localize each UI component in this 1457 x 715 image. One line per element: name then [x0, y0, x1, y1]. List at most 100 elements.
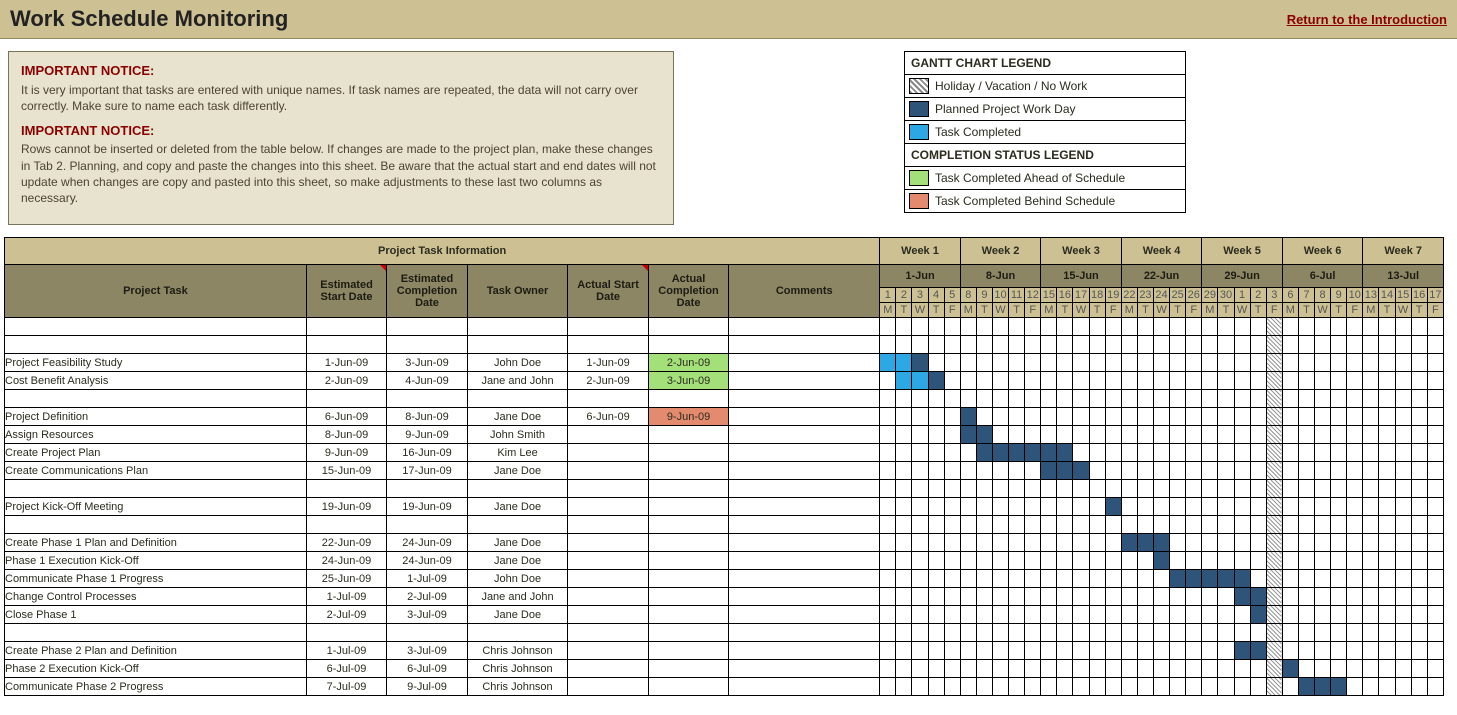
cell-est-end[interactable] [387, 336, 467, 354]
cell-comments[interactable] [729, 372, 880, 390]
cell-act-start[interactable] [568, 624, 648, 642]
table-row[interactable] [5, 516, 1444, 534]
cell-act-end[interactable] [648, 390, 728, 408]
cell-task[interactable]: Assign Resources [5, 426, 307, 444]
cell-act-end[interactable]: 2-Jun-09 [648, 354, 728, 372]
cell-owner[interactable]: Jane Doe [467, 606, 568, 624]
cell-comments[interactable] [729, 318, 880, 336]
cell-act-end[interactable]: 3-Jun-09 [648, 372, 728, 390]
cell-est-start[interactable]: 15-Jun-09 [306, 462, 386, 480]
cell-act-start[interactable] [568, 534, 648, 552]
cell-act-start[interactable]: 1-Jun-09 [568, 354, 648, 372]
table-row[interactable]: Communicate Phase 1 Progress25-Jun-091-J… [5, 570, 1444, 588]
table-row[interactable]: Project Feasibility Study1-Jun-093-Jun-0… [5, 354, 1444, 372]
cell-act-end[interactable] [648, 516, 728, 534]
cell-est-end[interactable]: 2-Jul-09 [387, 588, 467, 606]
cell-act-start[interactable] [568, 606, 648, 624]
cell-owner[interactable] [467, 624, 568, 642]
cell-est-start[interactable]: 19-Jun-09 [306, 498, 386, 516]
cell-est-end[interactable]: 17-Jun-09 [387, 462, 467, 480]
cell-act-start[interactable] [568, 570, 648, 588]
cell-act-end[interactable] [648, 444, 728, 462]
cell-comments[interactable] [729, 606, 880, 624]
table-row[interactable]: Create Communications Plan15-Jun-0917-Ju… [5, 462, 1444, 480]
cell-owner[interactable]: John Smith [467, 426, 568, 444]
cell-comments[interactable] [729, 534, 880, 552]
cell-act-start[interactable] [568, 444, 648, 462]
cell-comments[interactable] [729, 426, 880, 444]
cell-comments[interactable] [729, 552, 880, 570]
cell-comments[interactable] [729, 516, 880, 534]
cell-act-end[interactable] [648, 498, 728, 516]
cell-task[interactable]: Communicate Phase 1 Progress [5, 570, 307, 588]
table-row[interactable]: Assign Resources8-Jun-099-Jun-09John Smi… [5, 426, 1444, 444]
cell-act-start[interactable] [568, 462, 648, 480]
cell-est-end[interactable] [387, 480, 467, 498]
table-row[interactable]: Communicate Phase 2 Progress7-Jul-099-Ju… [5, 678, 1444, 696]
cell-owner[interactable]: Chris Johnson [467, 642, 568, 660]
cell-act-start[interactable] [568, 642, 648, 660]
cell-est-start[interactable]: 2-Jul-09 [306, 606, 386, 624]
table-row[interactable]: Create Phase 1 Plan and Definition22-Jun… [5, 534, 1444, 552]
cell-act-end[interactable] [648, 426, 728, 444]
cell-task[interactable] [5, 624, 307, 642]
cell-est-start[interactable] [306, 516, 386, 534]
table-row[interactable]: Project Definition6-Jun-098-Jun-09Jane D… [5, 408, 1444, 426]
cell-task[interactable] [5, 318, 307, 336]
cell-est-end[interactable]: 4-Jun-09 [387, 372, 467, 390]
cell-est-start[interactable]: 7-Jul-09 [306, 678, 386, 696]
cell-owner[interactable]: Jane and John [467, 372, 568, 390]
table-row[interactable] [5, 624, 1444, 642]
cell-comments[interactable] [729, 444, 880, 462]
cell-comments[interactable] [729, 660, 880, 678]
cell-owner[interactable]: Jane Doe [467, 552, 568, 570]
cell-est-start[interactable]: 6-Jun-09 [306, 408, 386, 426]
cell-owner[interactable]: Kim Lee [467, 444, 568, 462]
cell-est-end[interactable] [387, 318, 467, 336]
cell-act-start[interactable]: 6-Jun-09 [568, 408, 648, 426]
cell-est-end[interactable] [387, 624, 467, 642]
cell-est-start[interactable] [306, 336, 386, 354]
cell-owner[interactable]: Chris Johnson [467, 660, 568, 678]
cell-task[interactable]: Create Communications Plan [5, 462, 307, 480]
cell-act-end[interactable] [648, 462, 728, 480]
cell-task[interactable]: Phase 2 Execution Kick-Off [5, 660, 307, 678]
table-row[interactable]: Cost Benefit Analysis2-Jun-094-Jun-09Jan… [5, 372, 1444, 390]
cell-act-start[interactable] [568, 660, 648, 678]
cell-est-start[interactable]: 8-Jun-09 [306, 426, 386, 444]
table-row[interactable]: Phase 2 Execution Kick-Off6-Jul-096-Jul-… [5, 660, 1444, 678]
cell-act-end[interactable] [648, 570, 728, 588]
cell-task[interactable]: Create Phase 2 Plan and Definition [5, 642, 307, 660]
schedule-table[interactable]: Project Task InformationWeek 1Week 2Week… [4, 237, 1444, 696]
cell-est-end[interactable]: 1-Jul-09 [387, 570, 467, 588]
cell-comments[interactable] [729, 408, 880, 426]
table-row[interactable]: Close Phase 12-Jul-093-Jul-09Jane Doe [5, 606, 1444, 624]
table-row[interactable] [5, 336, 1444, 354]
cell-act-end[interactable] [648, 552, 728, 570]
cell-est-end[interactable]: 3-Jul-09 [387, 606, 467, 624]
cell-owner[interactable]: Jane Doe [467, 498, 568, 516]
cell-owner[interactable]: John Doe [467, 354, 568, 372]
cell-comments[interactable] [729, 678, 880, 696]
table-row[interactable]: Change Control Processes1-Jul-092-Jul-09… [5, 588, 1444, 606]
cell-est-start[interactable]: 9-Jun-09 [306, 444, 386, 462]
cell-owner[interactable] [467, 318, 568, 336]
cell-est-end[interactable]: 6-Jul-09 [387, 660, 467, 678]
cell-est-start[interactable] [306, 318, 386, 336]
cell-owner[interactable]: John Doe [467, 570, 568, 588]
table-row[interactable] [5, 480, 1444, 498]
cell-act-end[interactable] [648, 642, 728, 660]
cell-owner[interactable]: Jane Doe [467, 408, 568, 426]
cell-comments[interactable] [729, 336, 880, 354]
cell-act-start[interactable] [568, 678, 648, 696]
cell-est-start[interactable]: 1-Jul-09 [306, 642, 386, 660]
cell-task[interactable]: Cost Benefit Analysis [5, 372, 307, 390]
cell-task[interactable]: Change Control Processes [5, 588, 307, 606]
cell-comments[interactable] [729, 390, 880, 408]
cell-owner[interactable] [467, 390, 568, 408]
cell-task[interactable]: Create Project Plan [5, 444, 307, 462]
cell-est-end[interactable]: 16-Jun-09 [387, 444, 467, 462]
table-row[interactable]: Project Kick-Off Meeting19-Jun-0919-Jun-… [5, 498, 1444, 516]
cell-est-start[interactable] [306, 390, 386, 408]
cell-task[interactable]: Phase 1 Execution Kick-Off [5, 552, 307, 570]
